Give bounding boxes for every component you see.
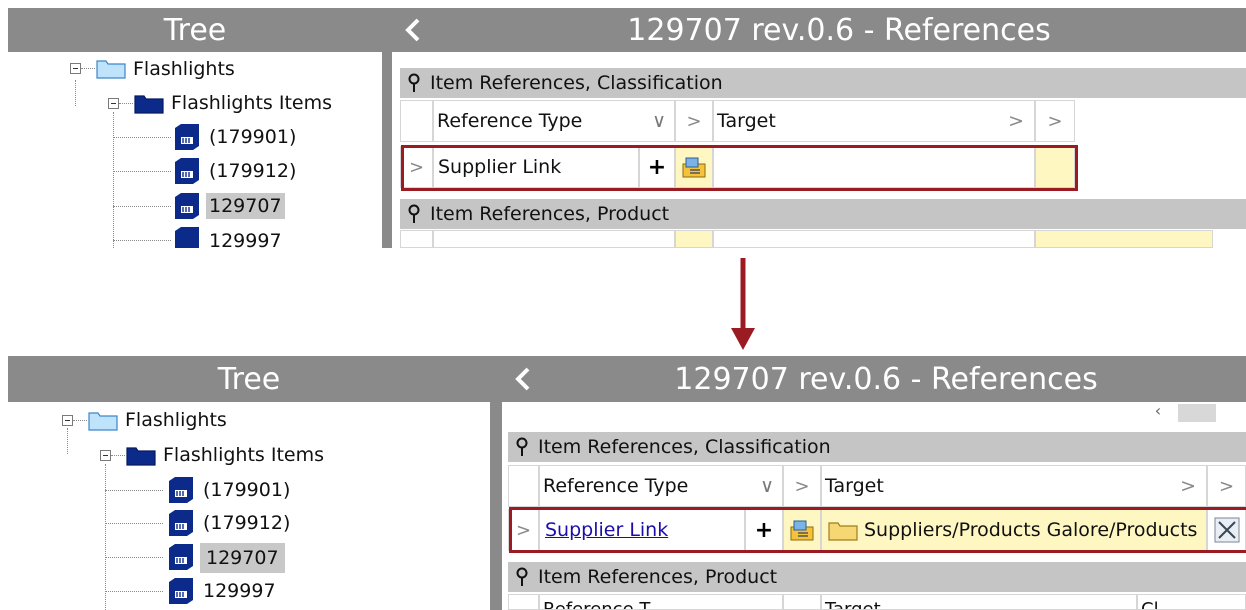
- item-icon: [175, 158, 199, 184]
- item-icon: [175, 124, 199, 150]
- item-icon: [169, 510, 193, 536]
- chevron-right-icon[interactable]: >: [675, 100, 713, 142]
- tree-item-129707[interactable]: 129707: [206, 193, 285, 219]
- section-classification[interactable]: Item References, Classification: [508, 432, 1246, 462]
- chevron-right-icon[interactable]: >: [1008, 110, 1024, 132]
- references-header: 129707 rev.0.6 - References: [392, 8, 1246, 52]
- column-target-label: Target: [717, 110, 776, 132]
- tree-pane: Flashlights Flashlights Items (179901) (…: [8, 402, 490, 610]
- tree-pane: Flashlights Flashlights Items (179901) (…: [8, 52, 382, 248]
- row-gutter: [400, 230, 433, 248]
- tree-expander-root[interactable]: [70, 63, 81, 74]
- tree-item-flashlights[interactable]: Flashlights: [130, 56, 238, 82]
- section-classification-label: Item References, Classification: [538, 436, 831, 458]
- folder-dark-icon: [126, 447, 156, 466]
- chevron-right-icon[interactable]: >: [1207, 465, 1246, 507]
- item-icon: [169, 578, 193, 604]
- section-product-label: Item References, Product: [538, 566, 778, 588]
- chevron-down-icon[interactable]: ∨: [652, 110, 666, 132]
- tree-item-flashlights[interactable]: Flashlights: [122, 407, 230, 433]
- column-target[interactable]: Target >: [713, 100, 1035, 142]
- down-arrow-icon: [731, 258, 755, 350]
- tree-item-179912[interactable]: (179912): [206, 158, 299, 184]
- folder-dark-icon: [134, 95, 164, 114]
- column-reference-type[interactable]: Reference Type ∨: [539, 465, 783, 507]
- section-product[interactable]: Item References, Product: [508, 562, 1246, 592]
- pin-icon[interactable]: [402, 202, 426, 226]
- chevron-right-icon[interactable]: >: [1035, 100, 1075, 142]
- row-gutter: [508, 594, 539, 610]
- pin-icon[interactable]: [510, 435, 534, 459]
- chevron-right-icon[interactable]: >: [783, 465, 821, 507]
- folder-light-icon: [88, 412, 118, 431]
- tree-header: Tree: [8, 8, 382, 52]
- row-gutter: [508, 465, 539, 507]
- pin-icon[interactable]: [402, 71, 426, 95]
- tree-item-179912[interactable]: (179912): [200, 510, 293, 536]
- tree-item-129707[interactable]: 129707: [200, 543, 285, 573]
- column-reference-type[interactable]: Reference Type ∨: [433, 100, 675, 142]
- partial-column-reference-type: Reference T: [539, 594, 783, 610]
- references-title: 129707 rev.0.6 - References: [674, 361, 1098, 397]
- partial-cell: [1035, 230, 1213, 248]
- references-title: 129707 rev.0.6 - References: [627, 12, 1051, 48]
- highlight-box: [401, 145, 1078, 191]
- tree-item-129997[interactable]: 129997: [200, 578, 279, 604]
- chevron-down-icon[interactable]: ∨: [760, 475, 774, 497]
- column-reference-type-label: Reference Type: [543, 475, 689, 497]
- item-icon: [169, 477, 193, 503]
- scroll-left-button[interactable]: ‹: [1140, 403, 1176, 422]
- folder-light-icon: [96, 60, 126, 79]
- pane-divider[interactable]: [382, 8, 392, 248]
- tree-item-179901[interactable]: (179901): [200, 477, 293, 503]
- partial-chevron: [783, 594, 821, 610]
- tree-item-flashlights-items[interactable]: Flashlights Items: [168, 90, 335, 116]
- tree-item-flashlights-items[interactable]: Flashlights Items: [160, 442, 327, 468]
- partial-column-cl: Cl: [1137, 594, 1246, 610]
- column-target[interactable]: Target >: [821, 465, 1207, 507]
- tree-item-179901[interactable]: (179901): [206, 124, 299, 150]
- partial-cell: [713, 230, 1035, 248]
- back-arrow-icon[interactable]: [396, 8, 430, 52]
- column-reference-type-label: Reference Type: [437, 110, 583, 132]
- highlight-box: [509, 507, 1246, 553]
- back-arrow-icon[interactable]: [506, 357, 540, 401]
- references-header: 129707 rev.0.6 - References: [502, 356, 1246, 402]
- section-product-label: Item References, Product: [430, 203, 670, 225]
- chevron-right-icon[interactable]: >: [1180, 475, 1196, 497]
- scrollbar-thumb[interactable]: [1178, 404, 1216, 422]
- section-classification-label: Item References, Classification: [430, 72, 723, 94]
- row-gutter: [400, 100, 433, 142]
- tree-item-129997[interactable]: 129997: [206, 228, 285, 248]
- section-product[interactable]: Item References, Product: [400, 199, 1246, 229]
- tree-expander-child[interactable]: [108, 98, 119, 109]
- pane-divider[interactable]: [490, 356, 502, 610]
- item-icon: [169, 544, 193, 570]
- partial-column-target: Target: [821, 594, 1137, 610]
- tree-expander-child[interactable]: [100, 450, 111, 461]
- tree-expander-root[interactable]: [62, 415, 73, 426]
- section-classification[interactable]: Item References, Classification: [400, 68, 1246, 98]
- pin-icon[interactable]: [510, 565, 534, 589]
- column-target-label: Target: [825, 475, 884, 497]
- item-icon: [175, 227, 199, 248]
- tree-header: Tree: [8, 356, 490, 402]
- partial-cell: [433, 230, 675, 248]
- item-icon: [175, 193, 199, 219]
- partial-cell: [675, 230, 713, 248]
